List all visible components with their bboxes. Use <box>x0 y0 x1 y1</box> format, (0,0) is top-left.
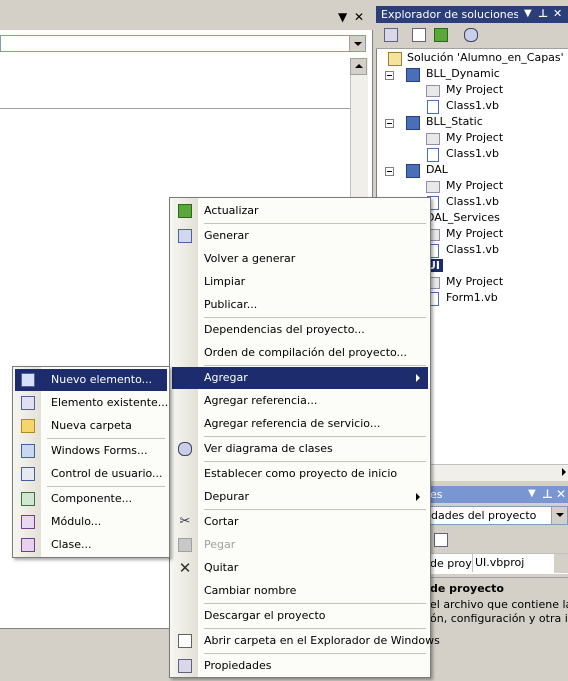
menu-item-descargar-proyecto[interactable]: Descargar el proyecto <box>172 605 428 627</box>
vb-project-icon <box>406 164 420 178</box>
add-submenu: Nuevo elemento... Elemento existente... … <box>12 366 170 558</box>
menu-item-publicar[interactable]: Publicar... <box>172 294 428 316</box>
submenu-item-modulo[interactable]: Módulo... <box>15 511 167 533</box>
vb-project-icon <box>406 116 420 130</box>
submenu-item-nuevo-elemento[interactable]: Nuevo elemento... <box>15 369 167 391</box>
class-diagram-icon <box>464 28 478 42</box>
module-icon <box>21 515 35 529</box>
menu-item-quitar[interactable]: ✕ Quitar <box>172 557 428 579</box>
property-name: de proy <box>430 557 472 570</box>
editor-window-position-icon[interactable]: ▼ <box>338 10 347 24</box>
close-icon[interactable]: ✕ <box>553 7 562 21</box>
class-icon <box>21 538 35 552</box>
property-grid-scrollbar[interactable] <box>554 554 568 573</box>
delete-icon: ✕ <box>178 559 192 577</box>
property-pages-icon[interactable] <box>434 533 448 547</box>
menu-item-volver-a-generar[interactable]: Volver a generar <box>172 248 428 270</box>
refresh-icon <box>434 28 448 42</box>
properties-title-bar: es ▼ ⊥ ✕ <box>430 486 568 503</box>
submenu-item-nueva-carpeta[interactable]: Nueva carpeta <box>15 415 167 437</box>
my-project-icon <box>426 133 440 145</box>
solution-icon <box>388 52 402 66</box>
menu-item-propiedades[interactable]: Propiedades <box>172 655 428 677</box>
editor-tab-strip: ▼ ✕ <box>0 0 372 30</box>
menu-item-dependencias[interactable]: Dependencias del proyecto... <box>172 319 428 341</box>
editor-member-dropdown[interactable] <box>0 35 366 52</box>
existing-item-icon <box>21 396 35 410</box>
collapse-toggle[interactable] <box>385 71 394 80</box>
vb-project-icon <box>406 68 420 82</box>
chevron-down-icon[interactable] <box>349 36 365 51</box>
property-value[interactable]: UI.vbproj <box>472 554 555 572</box>
view-class-diagram-button[interactable] <box>462 27 480 44</box>
my-project-icon <box>426 181 440 193</box>
auto-hide-pin-icon[interactable]: ⊥ <box>542 487 553 501</box>
refresh-icon <box>178 204 192 218</box>
menu-item-cortar[interactable]: ✂ Cortar <box>172 511 428 533</box>
build-icon <box>178 229 192 243</box>
menu-item-agregar[interactable]: Agregar <box>172 367 428 389</box>
submenu-item-componente[interactable]: Componente... <box>15 488 167 510</box>
user-control-icon <box>21 467 35 481</box>
component-icon <box>21 492 35 506</box>
menu-item-agregar-referencia-servicio[interactable]: Agregar referencia de servicio... <box>172 413 428 435</box>
windows-form-icon <box>21 444 35 458</box>
project-context-menu: Actualizar Generar Volver a generar Limp… <box>169 197 440 678</box>
vb-file-icon <box>427 100 439 114</box>
editor-divider <box>0 108 350 109</box>
collapse-toggle[interactable] <box>385 167 394 176</box>
editor-close-icon[interactable]: ✕ <box>354 10 364 24</box>
folder-icon <box>21 419 35 433</box>
properties-toolbar <box>430 529 568 551</box>
submenu-item-control-usuario[interactable]: Control de usuario... <box>15 463 167 485</box>
scroll-right-icon[interactable] <box>562 468 566 476</box>
window-position-icon[interactable]: ▼ <box>528 487 536 501</box>
class-diagram-icon <box>178 442 192 456</box>
properties-title: es <box>430 488 443 501</box>
new-item-icon <box>21 373 35 387</box>
submenu-arrow-icon <box>416 374 420 382</box>
menu-item-proyecto-inicio[interactable]: Establecer como proyecto de inicio <box>172 463 428 485</box>
submenu-item-windows-forms[interactable]: Windows Forms... <box>15 440 167 462</box>
menu-item-generar[interactable]: Generar <box>172 225 428 247</box>
solution-explorer-horizontal-scrollbar[interactable] <box>430 464 568 481</box>
menu-item-depurar[interactable]: Depurar <box>172 486 428 508</box>
solution-explorer-title-bar: Explorador de soluciones - UI ▼ ⊥ ✕ <box>376 6 568 23</box>
menu-item-actualizar[interactable]: Actualizar <box>172 200 428 222</box>
vb-file-icon <box>427 148 439 162</box>
scissors-icon: ✂ <box>179 514 191 529</box>
scroll-up-button[interactable] <box>350 58 367 75</box>
menu-item-limpiar[interactable]: Limpiar <box>172 271 428 293</box>
close-icon[interactable]: ✕ <box>556 487 566 501</box>
menu-item-ver-diagrama[interactable]: Ver diagrama de clases <box>172 438 428 460</box>
chevron-down-icon[interactable] <box>551 507 567 524</box>
menu-item-agregar-referencia[interactable]: Agregar referencia... <box>172 390 428 412</box>
collapse-toggle[interactable] <box>385 119 394 128</box>
auto-hide-pin-icon[interactable]: ⊥ <box>538 7 548 21</box>
submenu-item-clase[interactable]: Clase... <box>15 534 167 556</box>
window-position-icon[interactable]: ▼ <box>524 7 532 21</box>
properties-object-dropdown[interactable]: dades del proyecto <box>430 506 568 525</box>
menu-item-cambiar-nombre[interactable]: Cambiar nombre <box>172 580 428 602</box>
property-grid[interactable]: de proy UI.vbproj <box>430 553 568 574</box>
menu-item-orden-compilacion[interactable]: Orden de compilación del proyecto... <box>172 342 428 364</box>
properties-icon <box>178 659 192 673</box>
solution-explorer-toolbar <box>376 23 568 49</box>
show-all-files-button[interactable] <box>410 27 428 44</box>
menu-item-abrir-carpeta[interactable]: Abrir carpeta en el Explorador de Window… <box>172 630 440 652</box>
menu-item-pegar: Pegar <box>172 534 428 556</box>
my-project-icon <box>426 85 440 97</box>
submenu-item-elemento-existente[interactable]: Elemento existente... <box>15 392 168 414</box>
properties-button[interactable] <box>382 27 400 44</box>
submenu-arrow-icon <box>416 493 420 501</box>
refresh-button[interactable] <box>432 27 450 44</box>
property-description: de proyecto el archivo que contiene la ó… <box>430 577 568 632</box>
paste-icon <box>178 538 192 552</box>
open-folder-icon <box>178 634 192 648</box>
